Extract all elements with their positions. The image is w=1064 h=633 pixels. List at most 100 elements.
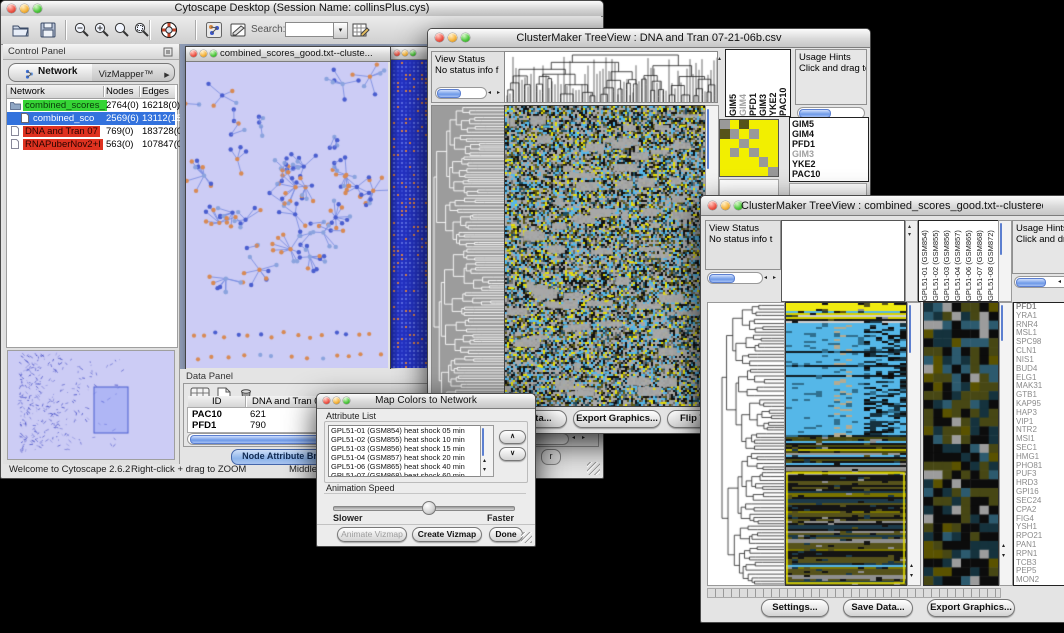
matrix-cell[interactable]	[730, 157, 740, 166]
matrix-cell[interactable]	[720, 148, 730, 157]
scrollbar-thumb[interactable]	[707, 109, 709, 169]
matrix-cell[interactable]	[739, 129, 749, 138]
data-value[interactable]: 790	[250, 420, 266, 431]
scroll-left-arrow[interactable]: ◂	[764, 275, 767, 281]
tv2-export-graphics-button[interactable]: Export Graphics...	[927, 599, 1015, 617]
matrix-cell[interactable]	[730, 167, 740, 176]
column-label[interactable]: GPL51-01 (GSM854)	[920, 221, 931, 301]
matrix-cell[interactable]	[759, 129, 769, 138]
tv2-column-dendrogram-area[interactable]	[781, 220, 905, 302]
minimize-button[interactable]	[20, 4, 29, 13]
matrix-cell[interactable]	[749, 148, 759, 157]
dendro-arrow-up[interactable]: ▴	[718, 55, 721, 62]
matrix-cell[interactable]	[720, 129, 730, 138]
matrix-cell[interactable]	[768, 157, 778, 166]
scrollbar-thumb[interactable]	[909, 305, 911, 353]
network-row-combined-scores[interactable]: combined_scores_ 2764(0) 16218(0)	[7, 99, 175, 112]
dialog-resize-grip[interactable]	[521, 532, 532, 543]
matrix-cell[interactable]	[749, 139, 759, 148]
zoom-selected-icon[interactable]	[133, 21, 151, 39]
annotation-icon[interactable]	[229, 21, 248, 39]
network-overview-canvas[interactable]	[7, 350, 175, 460]
matrix-cell[interactable]	[749, 167, 759, 176]
tv1-row-labels[interactable]: GIM5GIM4PFD1GIM3YKE2PAC10	[789, 117, 869, 182]
tv2-save-data-button[interactable]: Save Data...	[843, 599, 913, 617]
column-label[interactable]: GIM5	[728, 50, 738, 116]
close-button[interactable]	[190, 50, 197, 57]
column-label[interactable]: GPL51-08 (GSM872)	[986, 221, 997, 301]
zoom-button[interactable]	[410, 50, 416, 56]
tv2-labels-vscrollbar[interactable]	[998, 220, 1012, 302]
close-button[interactable]	[435, 33, 444, 42]
search-input[interactable]	[285, 22, 335, 37]
row-label[interactable]: PFD1	[792, 139, 868, 149]
matrix-cell[interactable]	[730, 120, 740, 129]
matrix-cell[interactable]	[749, 120, 759, 129]
tv2-status-hscrollbar[interactable]	[707, 272, 763, 284]
network-table-header[interactable]: Network Nodes Edges	[7, 85, 175, 99]
scroll-down-arrow[interactable]: ▾	[1002, 553, 1005, 559]
save-session-icon[interactable]	[39, 21, 57, 39]
network-row-rnapuber[interactable]: RNAPuberNov2+I 563(0) 107847(0)	[7, 138, 175, 151]
data-value[interactable]: 621	[250, 409, 266, 420]
matrix-cell[interactable]	[768, 139, 778, 148]
gene-label[interactable]: MON2	[1016, 576, 1064, 585]
matrix-cell[interactable]	[749, 129, 759, 138]
network-view-window[interactable]: combined_scores_good.txt--cluste...	[185, 46, 391, 369]
attribute-list-item[interactable]: GPL51-04 (GSM857) heat shock 20 min	[329, 453, 481, 462]
scrollbar-thumb[interactable]	[437, 89, 461, 98]
scroll-down-arrow[interactable]: ▾	[910, 573, 913, 579]
minimize-button[interactable]	[402, 50, 408, 56]
minimize-button[interactable]	[200, 50, 207, 57]
tv1-zoom-heatmap[interactable]	[719, 119, 779, 177]
data-row[interactable]: PFD1	[192, 420, 216, 431]
tv2-hints-hscrollbar[interactable]	[1014, 276, 1064, 288]
matrix-cell[interactable]	[759, 148, 769, 157]
scroll-left-arrow[interactable]: ◂	[572, 435, 575, 441]
zoom-button[interactable]	[343, 397, 350, 404]
tv2-row-dendrogram[interactable]	[707, 302, 785, 586]
matrix-cell[interactable]	[739, 139, 749, 148]
scroll-right-arrow[interactable]: ▸	[582, 435, 585, 441]
matrix-cell[interactable]	[720, 139, 730, 148]
matrix-cell[interactable]	[759, 120, 769, 129]
scroll-left-arrow[interactable]: ◂	[1058, 279, 1061, 285]
scroll-up-arrow[interactable]: ▴	[910, 563, 913, 569]
tv1-export-graphics-button[interactable]: Export Graphics...	[573, 410, 661, 428]
matrix-cell[interactable]	[749, 157, 759, 166]
network-view-title-bar[interactable]: combined_scores_good.txt--cluste...	[186, 47, 390, 62]
scroll-down-arrow[interactable]: ▾	[483, 467, 486, 473]
tv1-column-labels[interactable]: GIM5GIM4PFD1GIM3YKE2PAC10	[725, 49, 791, 117]
attribute-list-item[interactable]: GPL51-02 (GSM855) heat shock 10 min	[329, 435, 481, 444]
tv2-arrow-strip[interactable]: ▴ ▾	[905, 220, 918, 302]
attribute-list[interactable]: GPL51-01 (GSM854) heat shock 05 minGPL51…	[328, 425, 482, 477]
column-label[interactable]: GPL51-03 (GSM856)	[942, 221, 953, 301]
resize-grip[interactable]	[587, 462, 600, 475]
attribute-list-item[interactable]: GPL51-03 (GSM856) heat shock 15 min	[329, 444, 481, 453]
scroll-up-arrow[interactable]: ▴	[1002, 543, 1005, 549]
tab-vizmapper[interactable]: VizMapper™	[92, 63, 161, 82]
tv1-status-hscrollbar[interactable]	[435, 87, 487, 99]
tv1-heatmap-canvas[interactable]	[504, 105, 706, 407]
matrix-cell[interactable]	[768, 167, 778, 176]
tv2-column-labels[interactable]: GPL51-01 (GSM854)GPL51-02 (GSM855)GPL51-…	[918, 220, 999, 302]
minimize-button[interactable]	[448, 33, 457, 42]
scrollbar-thumb[interactable]	[482, 428, 484, 456]
matrix-cell[interactable]	[730, 139, 740, 148]
zoom-fit-icon[interactable]	[113, 21, 131, 39]
scrollbar-thumb[interactable]	[1000, 223, 1002, 255]
attribute-list-vscrollbar[interactable]: ▴ ▾	[480, 425, 494, 477]
search-dropdown-button[interactable]: ▾	[333, 22, 348, 39]
move-up-button[interactable]: ∧	[499, 430, 526, 444]
tv2-heatmap-canvas[interactable]	[785, 302, 907, 586]
network-row-dna-tran[interactable]: DNA and Tran 07 769(0) 183728(0)	[7, 125, 175, 138]
column-label[interactable]: PAC10	[778, 50, 788, 116]
tv1-row-dendrogram[interactable]	[431, 105, 505, 407]
close-button[interactable]	[323, 397, 330, 404]
data-col-id[interactable]: ID	[212, 396, 222, 407]
matrix-cell[interactable]	[768, 120, 778, 129]
matrix-cell[interactable]	[759, 139, 769, 148]
column-label[interactable]: GPL51-02 (GSM855)	[931, 221, 942, 301]
row-label[interactable]: PAC10	[792, 169, 868, 179]
matrix-cell[interactable]	[720, 167, 730, 176]
